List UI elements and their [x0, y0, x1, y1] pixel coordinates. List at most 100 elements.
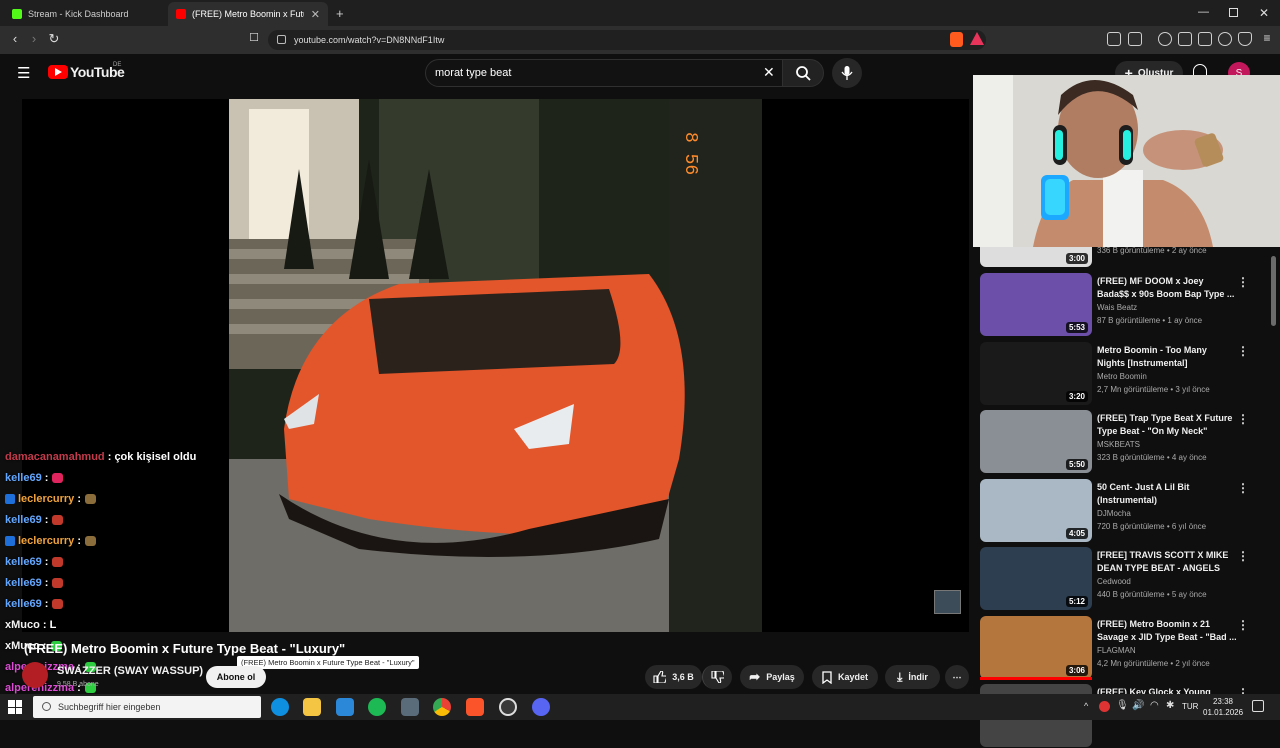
recommended-video[interactable]: 5:50 (FREE) Trap Type Beat X Future Type …: [980, 410, 1270, 474]
store-icon[interactable]: [336, 698, 354, 716]
brave-rewards-icon[interactable]: [970, 32, 984, 45]
edge-icon[interactable]: [271, 698, 289, 716]
brave-icon[interactable]: [466, 698, 484, 716]
back-icon[interactable]: ‹: [6, 31, 24, 46]
video-thumbnail[interactable]: 4:05: [980, 479, 1092, 542]
network-icon[interactable]: ◠: [1150, 700, 1159, 711]
video-title[interactable]: 50 Cent- Just A Lil Bit (Instrumental): [1097, 481, 1237, 507]
dislike-button[interactable]: [702, 665, 732, 689]
chat-username[interactable]: kelle69: [5, 556, 42, 568]
recommended-video[interactable]: 3:20 Metro Boomin - Too Many Nights [Inst…: [980, 342, 1270, 406]
video-thumbnail[interactable]: 5:53: [980, 273, 1092, 336]
sidebar-scrollbar[interactable]: [1271, 256, 1276, 326]
video-title[interactable]: (FREE) Metro Boomin x 21 Savage x JID Ty…: [1097, 618, 1237, 644]
video-thumbnail[interactable]: 3:06: [980, 616, 1092, 679]
hamburger-menu-icon[interactable]: ☰: [17, 64, 30, 82]
vpn-icon[interactable]: [1238, 32, 1252, 46]
minimize-window-icon[interactable]: —: [1198, 6, 1209, 18]
recommended-video[interactable]: 4:05 50 Cent- Just A Lil Bit (Instrumenta…: [980, 479, 1270, 543]
browser-menu-icon[interactable]: ≡: [1258, 31, 1276, 45]
recommended-video[interactable]: 5:53 (FREE) MF DOOM x Joey Bada$$ x 90s B…: [980, 273, 1270, 337]
more-options-icon[interactable]: ⋮: [1237, 481, 1249, 495]
channel-avatar[interactable]: [22, 662, 48, 688]
more-options-icon[interactable]: ⋮: [1237, 344, 1249, 358]
video-frame[interactable]: 8 56: [229, 99, 762, 632]
bluetooth-icon[interactable]: ✱: [1166, 700, 1174, 711]
video-title[interactable]: [FREE] TRAVIS SCOTT X MIKE DEAN TYPE BEA…: [1097, 549, 1237, 575]
maximize-window-icon[interactable]: [1229, 8, 1238, 17]
search-button[interactable]: [782, 59, 824, 87]
discord-icon[interactable]: [532, 698, 550, 716]
channel-name[interactable]: Metro Boomin: [1097, 372, 1147, 381]
calculator-icon[interactable]: [401, 698, 419, 716]
video-thumbnail[interactable]: 3:20: [980, 342, 1092, 405]
obs-icon[interactable]: [499, 698, 517, 716]
chat-username[interactable]: kelle69: [5, 577, 42, 589]
channel-name[interactable]: FLAGMAN: [1097, 646, 1136, 655]
endscreen-thumbnail[interactable]: [934, 590, 961, 614]
video-title[interactable]: (FREE) Trap Type Beat X Future Type Beat…: [1097, 412, 1237, 438]
tray-chevron-icon[interactable]: ^: [1084, 701, 1088, 711]
extensions-icon[interactable]: [1107, 32, 1121, 46]
video-title[interactable]: Metro Boomin - Too Many Nights [Instrume…: [1097, 344, 1237, 370]
like-button[interactable]: 3,6 B: [645, 665, 702, 689]
spotify-icon[interactable]: [368, 698, 386, 716]
chat-username[interactable]: kelle69: [5, 514, 42, 526]
extension-2-icon[interactable]: [1128, 32, 1142, 46]
video-title[interactable]: (FREE) MF DOOM x Joey Bada$$ x 90s Boom …: [1097, 275, 1237, 301]
video-thumbnail[interactable]: 5:50: [980, 410, 1092, 473]
file-explorer-icon[interactable]: [303, 698, 321, 716]
new-tab-button[interactable]: +: [336, 6, 344, 21]
windows-start-icon[interactable]: [8, 700, 22, 714]
more-options-icon[interactable]: ⋮: [1237, 412, 1249, 426]
chat-username[interactable]: xMuco: [5, 619, 40, 631]
chrome-icon[interactable]: [433, 698, 451, 716]
recommended-video[interactable]: 5:12 [FREE] TRAVIS SCOTT X MIKE DEAN TYPE…: [980, 547, 1270, 611]
channel-name[interactable]: DJMocha: [1097, 509, 1131, 518]
taskbar-search-input[interactable]: Suchbegriff hier eingeben: [33, 696, 261, 718]
download-button[interactable]: ⤓ İndir: [885, 665, 940, 689]
brave-shields-icon[interactable]: [950, 32, 963, 47]
more-actions-button[interactable]: ⋯: [945, 665, 969, 689]
voice-search-button[interactable]: [832, 58, 862, 88]
tab-youtube-video[interactable]: (FREE) Metro Boomin x Futur ✕: [168, 2, 328, 26]
channel-name[interactable]: Wais Beatz: [1097, 303, 1137, 312]
chat-username[interactable]: damacanamahmud: [5, 451, 105, 463]
volume-icon[interactable]: 🔊: [1132, 700, 1144, 711]
microphone-tray-icon[interactable]: 🎙: [1116, 700, 1129, 711]
leo-ai-icon[interactable]: [1218, 32, 1232, 46]
chat-username[interactable]: leclercurry: [18, 535, 74, 547]
more-options-icon[interactable]: ⋮: [1237, 618, 1249, 632]
share-button[interactable]: ➦ Paylaş: [740, 665, 804, 689]
forward-icon[interactable]: ›: [25, 31, 43, 46]
notifications-icon[interactable]: [1252, 700, 1264, 712]
wallet-icon[interactable]: [1198, 32, 1212, 46]
chat-username[interactable]: kelle69: [5, 472, 42, 484]
tray-app-icon[interactable]: [1099, 701, 1110, 712]
channel-name[interactable]: MSKBEATS: [1097, 440, 1140, 449]
chat-username[interactable]: kelle69: [5, 598, 42, 610]
close-tab-icon[interactable]: ✕: [311, 8, 320, 21]
save-button[interactable]: Kaydet: [812, 665, 878, 689]
bookmark-icon[interactable]: ☐: [245, 31, 263, 44]
more-options-icon[interactable]: ⋮: [1237, 275, 1249, 289]
taskbar-clock[interactable]: 23:38 01.01.2026: [1203, 696, 1243, 718]
chat-username[interactable]: leclercurry: [18, 493, 74, 505]
close-window-icon[interactable]: ✕: [1259, 6, 1269, 20]
address-bar[interactable]: youtube.com/watch?v=DN8NNdF1Itw: [268, 30, 986, 50]
youtube-logo-icon[interactable]: [48, 65, 68, 79]
video-thumbnail[interactable]: 5:12: [980, 547, 1092, 610]
site-settings-icon[interactable]: [277, 35, 286, 44]
tab-kick-dashboard[interactable]: Stream - Kick Dashboard: [4, 2, 167, 26]
search-input[interactable]: morat type beat: [425, 59, 818, 87]
recommended-video[interactable]: 3:06 (FREE) Metro Boomin x 21 Savage x JI…: [980, 616, 1270, 680]
channel-name[interactable]: SWAZZER (SWAY WASSUP): [57, 665, 203, 677]
music-extension-icon[interactable]: [1158, 32, 1172, 46]
sidebar-icon[interactable]: [1178, 32, 1192, 46]
language-indicator[interactable]: TUR: [1182, 702, 1198, 711]
subscribe-button[interactable]: Abone ol: [206, 666, 266, 688]
reload-icon[interactable]: ↻: [45, 31, 63, 47]
clear-search-icon[interactable]: ✕: [763, 64, 775, 81]
more-options-icon[interactable]: ⋮: [1237, 549, 1249, 563]
channel-name[interactable]: Cedwood: [1097, 577, 1131, 586]
